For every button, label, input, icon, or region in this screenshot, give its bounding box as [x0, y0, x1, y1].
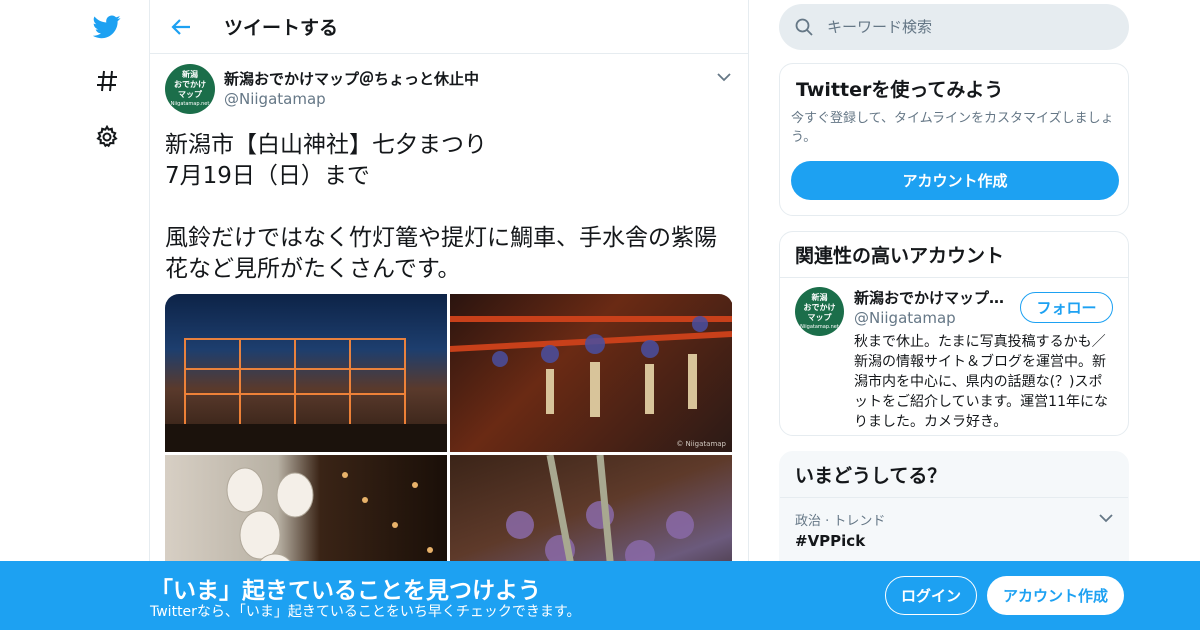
signup-card-description: 今すぐ登録して、タイムラインをカスタマイズしましょう。	[791, 111, 1114, 145]
related-accounts-title: 関連性の高いアカウント	[780, 232, 1128, 278]
related-account-bio: 秋まで休止。たまに写真投稿するかも／ 新潟の情報サイト＆ブログを運営中。新潟市内…	[854, 334, 1108, 430]
avatar[interactable]: 新潟 おでかけ マップ Niigatamap.net	[165, 64, 215, 114]
create-account-button[interactable]: アカウント作成	[791, 161, 1119, 200]
photo-watermark: © Niigatamap	[676, 440, 726, 448]
follow-button[interactable]: フォロー	[1020, 292, 1113, 323]
search-input[interactable]	[827, 18, 1107, 36]
avatar-text-4: Niigatamap.net	[170, 101, 210, 107]
hashtag-icon[interactable]	[92, 66, 122, 96]
tweet-text: 新潟市【白山神社】七夕まつり 7月19日（日）まで 風鈴だけではなく竹灯篭や提灯…	[165, 132, 717, 282]
signup-card-title: Twitterを使ってみよう	[796, 79, 1004, 101]
author-name[interactable]: 新潟おでかけマップ＠ちょっと休止中	[224, 68, 479, 89]
twitter-bird-icon[interactable]	[92, 12, 122, 42]
left-nav	[80, 0, 150, 630]
page-header: ツイートする	[150, 0, 748, 54]
page: ツイートする 新潟 おでかけ マップ Niigatamap.net 新潟おでかけ…	[0, 0, 1200, 630]
avatar-text-2: おでかけ	[174, 80, 206, 89]
related-account: 新潟 おでかけ マップ Niigatamap.net 新潟おでかけマップ＠ちょっ…	[780, 278, 1128, 432]
signup-card: Twitterを使ってみよう 今すぐ登録して、タイムラインをカスタマイズしましょ…	[779, 63, 1129, 216]
create-account-button[interactable]: アカウント作成	[987, 576, 1124, 615]
tweet-photo[interactable]	[165, 294, 447, 452]
related-accounts-card: 関連性の高いアカウント 新潟 おでかけ マップ Niigatamap.net 新…	[779, 231, 1129, 436]
avatar[interactable]: 新潟 おでかけ マップ Niigatamap.net	[795, 287, 844, 336]
gear-icon[interactable]	[92, 122, 122, 152]
tweet: 新潟 おでかけ マップ Niigatamap.net 新潟おでかけマップ＠ちょっ…	[150, 54, 748, 584]
trends-title: いまどうしてる？	[780, 452, 1128, 498]
main-column: ツイートする 新潟 おでかけ マップ Niigatamap.net 新潟おでかけ…	[149, 0, 749, 630]
avatar-text-2: おでかけ	[803, 302, 836, 312]
avatar-text-4: Niigatamap.net	[800, 323, 839, 330]
tweet-photo[interactable]: © Niigatamap	[450, 294, 732, 452]
trend-meta: 政治 · トレンド	[795, 514, 886, 529]
back-arrow-icon[interactable]	[168, 14, 194, 40]
avatar-text-1: 新潟	[182, 70, 198, 79]
search-box[interactable]	[779, 4, 1129, 50]
chevron-down-icon[interactable]	[715, 68, 733, 86]
page-title: ツイートする	[224, 17, 339, 39]
avatar-text-1: 新潟	[811, 292, 828, 302]
author-info: 新潟おでかけマップ＠ちょっと休止中 @Niigatamap	[224, 68, 479, 108]
avatar-text-3: マップ	[178, 90, 202, 99]
trend-name[interactable]: #VPPick	[795, 532, 1113, 550]
login-button[interactable]: ログイン	[885, 576, 977, 615]
bottom-signup-bar: 「いま」起きていることを見つけよう Twitterなら、「いま」起きていることを…	[0, 561, 1200, 630]
tweet-media-grid: © Niigatamap	[165, 294, 733, 584]
bottom-bar-subtitle: Twitterなら、「いま」起きていることをいち早くチェックできます。	[150, 604, 581, 620]
tweet-author: 新潟 おでかけ マップ Niigatamap.net 新潟おでかけマップ＠ちょっ…	[165, 64, 733, 122]
chevron-down-icon[interactable]	[1099, 508, 1113, 527]
author-handle[interactable]: @Niigatamap	[224, 90, 479, 108]
related-account-name[interactable]: 新潟おでかけマップ＠ちょっと休止中	[854, 287, 1012, 308]
search-icon	[795, 18, 813, 36]
avatar-text-3: マップ	[807, 312, 832, 322]
bottom-bar-title: 「いま」起きていることを見つけよう	[150, 578, 541, 604]
